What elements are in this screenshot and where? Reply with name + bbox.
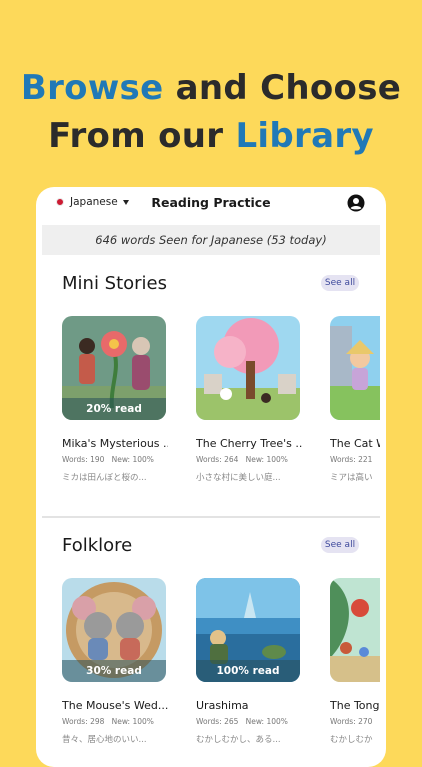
phone-screen: Japanese Reading Practice 646 words Seen… xyxy=(36,187,386,767)
story-thumbnail: 100% read xyxy=(196,578,300,682)
words-count: 270 xyxy=(358,717,373,726)
words-count: 190 xyxy=(90,455,105,464)
story-title: The Tong xyxy=(330,699,380,712)
story-stats: Words: 190 New: 100% xyxy=(62,455,182,464)
story-title: The Cherry Tree's ... xyxy=(196,437,302,450)
new-label: New: xyxy=(111,455,131,464)
words-count: 221 xyxy=(358,455,373,464)
words-label: Words: xyxy=(62,717,88,726)
folklore-carousel[interactable]: 30% read The Mouse's Wed... Words: 298 N… xyxy=(62,578,380,758)
story-title: Urashima xyxy=(196,699,249,712)
see-all-folklore-button[interactable]: See all xyxy=(321,537,359,553)
story-snippet: 小さな村に美しい庭... xyxy=(196,473,281,483)
headline-highlight-library: Library xyxy=(235,116,374,156)
words-label: Words: xyxy=(196,455,222,464)
words-seen-banner: 646 words Seen for Japanese (53 today) xyxy=(42,225,380,255)
headline-highlight-browse: Browse xyxy=(20,68,164,108)
words-count: 298 xyxy=(90,717,105,726)
words-label: Words: xyxy=(62,455,88,464)
new-percent: 100% xyxy=(266,455,288,464)
story-title: The Cat W xyxy=(330,437,380,450)
read-progress-badge: 100% read xyxy=(196,660,300,682)
story-title: Mika's Mysterious ... xyxy=(62,437,168,450)
read-progress-badge: 30% read xyxy=(62,660,166,682)
new-label: New: xyxy=(111,717,131,726)
story-illustration-image xyxy=(196,316,300,420)
headline-line-2: From our Library xyxy=(0,112,422,160)
words-label: Words: xyxy=(196,717,222,726)
see-all-mini-stories-button[interactable]: See all xyxy=(321,275,359,291)
story-stats: Words: 265 New: 100% xyxy=(196,717,316,726)
section-title-mini-stories: Mini Stories xyxy=(62,273,168,294)
story-snippet: 昔々、居心地のいい... xyxy=(62,735,147,745)
story-title: The Mouse's Wed... xyxy=(62,699,168,712)
words-count: 265 xyxy=(224,717,239,726)
story-stats: Words: 298 New: 100% xyxy=(62,717,182,726)
words-count: 264 xyxy=(224,455,239,464)
app-top-bar: Japanese Reading Practice xyxy=(36,187,386,223)
headline-text-from: From our xyxy=(48,116,224,156)
mini-stories-carousel[interactable]: 20% read Mika's Mysterious ... Words: 19… xyxy=(62,316,380,496)
story-thumbnail: 30% read xyxy=(62,578,166,682)
words-label: Words: xyxy=(330,455,356,464)
new-percent: 100% xyxy=(132,455,154,464)
story-snippet: むかしむかし、ある... xyxy=(196,735,281,745)
story-illustration-image xyxy=(330,316,380,420)
headline-text-choose: and Choose xyxy=(175,68,402,108)
headline-line-1: Browse and Choose xyxy=(0,64,422,112)
new-label: New: xyxy=(245,717,265,726)
story-illustration-image xyxy=(330,578,380,682)
section-divider xyxy=(42,516,380,518)
story-snippet: むかしむか xyxy=(330,735,373,745)
new-percent: 100% xyxy=(132,717,154,726)
app-title: Reading Practice xyxy=(151,195,271,210)
story-stats: Words: 221 xyxy=(330,455,380,464)
new-percent: 100% xyxy=(266,717,288,726)
read-progress-badge: 20% read xyxy=(62,398,166,420)
story-stats: Words: 270 xyxy=(330,717,380,726)
section-title-folklore: Folklore xyxy=(62,535,133,556)
story-thumbnail xyxy=(196,316,300,420)
new-label: New: xyxy=(245,455,265,464)
story-snippet: ミカは田んぼと桜の... xyxy=(62,473,147,483)
story-thumbnail xyxy=(330,578,380,682)
headline: Browse and Choose From our Library xyxy=(0,64,422,160)
story-stats: Words: 264 New: 100% xyxy=(196,455,316,464)
story-thumbnail xyxy=(330,316,380,420)
story-thumbnail: 20% read xyxy=(62,316,166,420)
story-snippet: ミアは高い xyxy=(330,473,373,483)
profile-icon[interactable] xyxy=(347,194,365,212)
words-label: Words: xyxy=(330,717,356,726)
